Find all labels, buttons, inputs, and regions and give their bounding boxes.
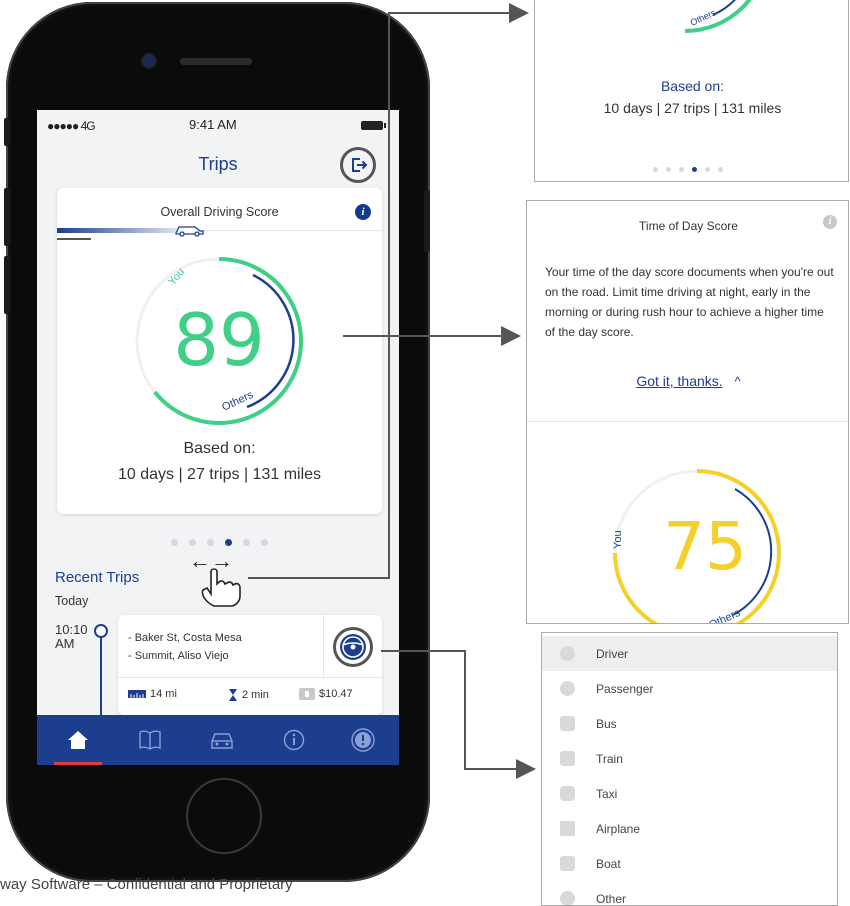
mode-label: Passenger <box>596 682 654 696</box>
passenger-icon <box>560 681 575 696</box>
airplane-icon <box>560 821 575 836</box>
mode-item-passenger[interactable]: Passenger <box>542 671 837 706</box>
page-dot[interactable] <box>718 167 723 172</box>
mode-item-boat[interactable]: Boat <box>542 846 837 881</box>
dismiss-link[interactable]: Got it, thanks. ^ <box>527 373 848 389</box>
mode-item-bus[interactable]: Bus <box>542 706 837 741</box>
dismiss-link-label[interactable]: Got it, thanks. <box>636 373 722 389</box>
mode-item-airplane[interactable]: Airplane <box>542 811 837 846</box>
page-dot[interactable] <box>705 167 710 172</box>
train-icon <box>560 751 575 766</box>
time-score-value: 75 <box>663 508 747 585</box>
trip-mode-list: Driver Passenger Bus Train Taxi Airplane… <box>541 632 838 906</box>
mode-item-driver[interactable]: Driver <box>542 636 837 671</box>
page-dot[interactable] <box>679 167 684 172</box>
based-on-stats: 10 days | 27 trips | 131 miles <box>603 100 782 116</box>
time-score-gauge: You Others 75 <box>612 469 781 624</box>
page-dot[interactable] <box>666 167 671 172</box>
mode-item-taxi[interactable]: Taxi <box>542 776 837 811</box>
panel-divider <box>527 421 848 422</box>
mode-label: Train <box>596 752 623 766</box>
based-on-label: Based on: <box>660 78 725 94</box>
page-dot[interactable] <box>653 167 658 172</box>
time-of-day-panel: Time of Day Score i Your time of the day… <box>526 200 849 624</box>
mode-label: Airplane <box>596 822 641 836</box>
mode-label: Taxi <box>596 787 618 801</box>
score-gauge-partial: Others <box>684 0 752 33</box>
mode-label: Bus <box>596 717 617 731</box>
connector-swipe-to-score-panel <box>248 3 529 579</box>
gauge-you-label: You <box>612 530 624 549</box>
time-of-day-description: Your time of the day score documents whe… <box>545 265 834 339</box>
time-of-day-title: Time of Day Score <box>639 219 738 233</box>
mode-label: Driver <box>596 647 628 661</box>
gauge-others-label: Others <box>707 607 742 624</box>
boat-icon <box>560 856 575 871</box>
page-dot-active[interactable] <box>692 167 697 172</box>
mode-label: Boat <box>596 857 621 871</box>
bus-icon <box>560 716 575 731</box>
mode-item-other[interactable]: Other <box>542 881 837 905</box>
steering-wheel-icon <box>560 646 575 661</box>
taxi-icon <box>560 786 575 801</box>
info-icon[interactable]: i <box>823 215 837 229</box>
score-detail-panel: Others Based on: 10 days | 27 trips | 13… <box>534 0 849 182</box>
chevron-up-icon: ^ <box>734 374 741 389</box>
connector-wheel-to-mode-list <box>381 650 536 779</box>
page-indicator[interactable] <box>653 159 731 172</box>
mode-item-train[interactable]: Train <box>542 741 837 776</box>
